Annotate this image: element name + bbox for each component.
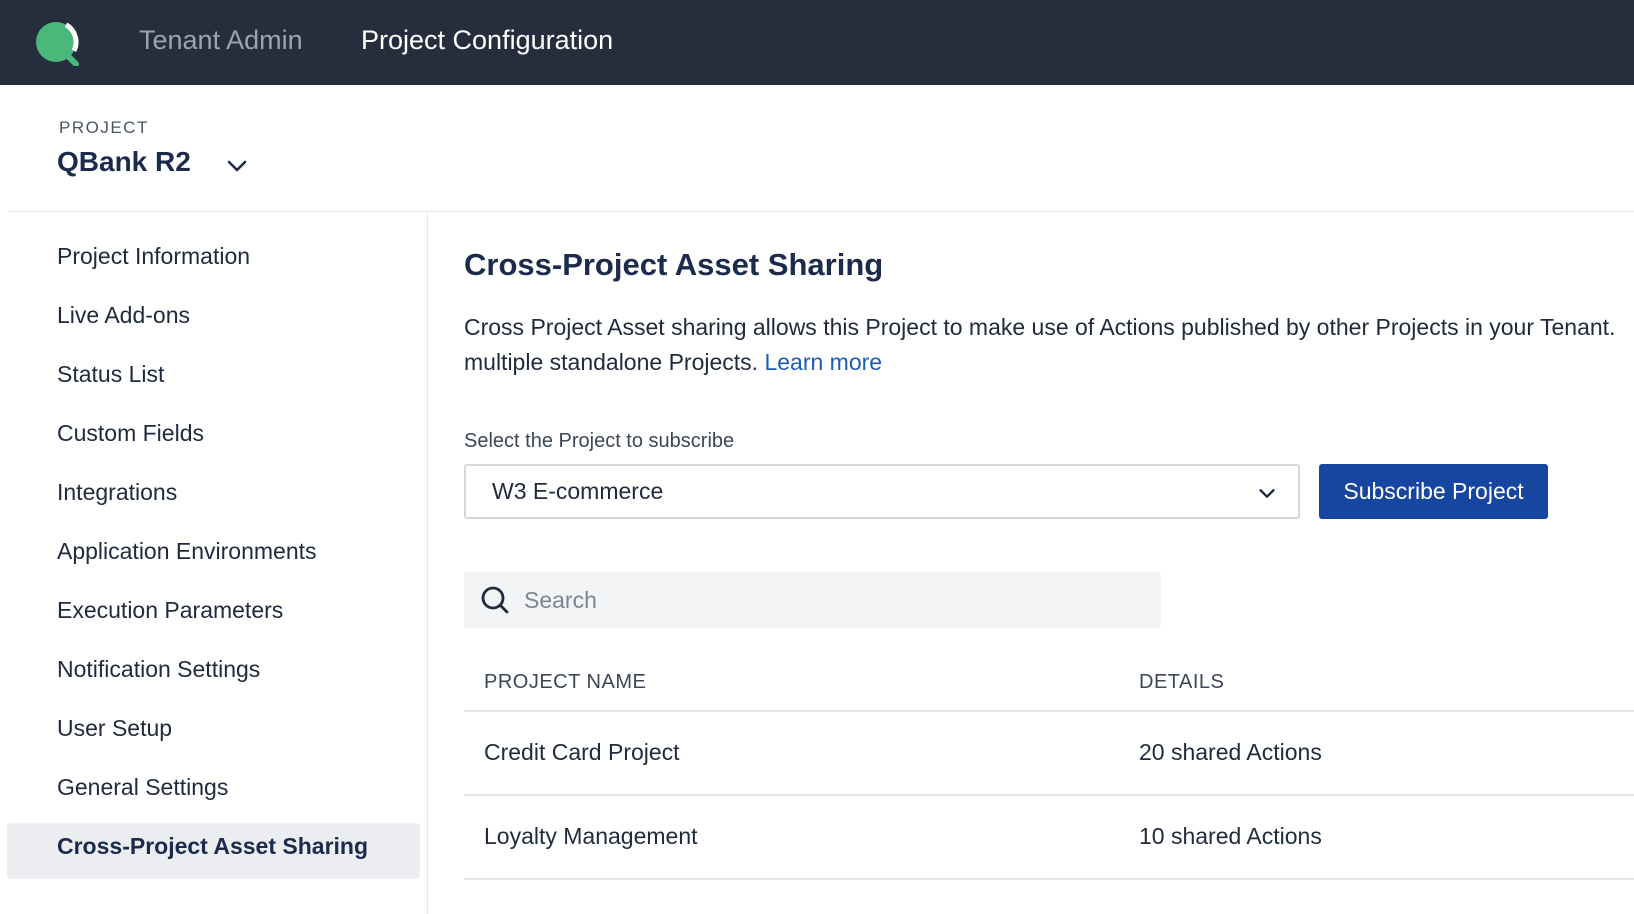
- column-header-details[interactable]: DETAILS: [1139, 671, 1224, 694]
- sidebar-item-user-setup[interactable]: User Setup: [57, 715, 172, 742]
- row-details: 10 shared Actions: [1139, 823, 1322, 849]
- search-input[interactable]: [524, 580, 1144, 620]
- sidebar-item-application-environments[interactable]: Application Environments: [57, 538, 317, 565]
- project-select[interactable]: W3 E-commerce: [464, 464, 1300, 519]
- sidebar-item-general-settings[interactable]: General Settings: [57, 774, 228, 801]
- table-row-divider: [464, 878, 1634, 880]
- project-label: PROJECT: [59, 118, 149, 137]
- table-row-divider: [464, 794, 1634, 796]
- q-logo-icon[interactable]: [34, 20, 80, 66]
- search-icon: [481, 586, 509, 614]
- select-project-label: Select the Project to subscribe: [464, 430, 735, 452]
- nav-project-configuration[interactable]: Project Configuration: [361, 22, 613, 58]
- table-header-divider: [464, 710, 1634, 712]
- description-line-2: multiple standalone Projects.: [464, 349, 759, 375]
- project-select-value: W3 E-commerce: [492, 478, 664, 504]
- sidebar-item-cross-project-asset-sharing[interactable]: Cross-Project Asset Sharing: [57, 833, 368, 860]
- learn-more-link[interactable]: Learn more: [764, 349, 882, 375]
- project-name[interactable]: QBank R2: [57, 146, 191, 178]
- header-divider: [8, 211, 1634, 212]
- sidebar-item-execution-parameters[interactable]: Execution Parameters: [57, 597, 283, 624]
- row-details: 20 shared Actions: [1139, 739, 1322, 765]
- page-description: Cross Project Asset sharing allows this …: [464, 310, 1634, 380]
- sidebar-item-custom-fields[interactable]: Custom Fields: [57, 420, 204, 447]
- sidebar-item-status-list[interactable]: Status List: [57, 361, 164, 388]
- nav-tenant-admin[interactable]: Tenant Admin: [139, 22, 303, 58]
- top-navigation-bar: Tenant Admin Project Configuration: [0, 0, 1634, 85]
- row-project-name: Loyalty Management: [484, 823, 698, 849]
- search-bar: [464, 572, 1161, 628]
- sidebar-item-integrations[interactable]: Integrations: [57, 479, 177, 506]
- column-header-project-name[interactable]: PROJECT NAME: [484, 671, 646, 694]
- sidebar-divider: [427, 211, 428, 914]
- sidebar-item-notification-settings[interactable]: Notification Settings: [57, 656, 260, 683]
- page-title: Cross-Project Asset Sharing: [464, 247, 884, 282]
- row-project-name: Credit Card Project: [484, 739, 680, 765]
- chevron-down-icon[interactable]: [225, 154, 249, 178]
- subscribe-project-button[interactable]: Subscribe Project: [1319, 464, 1548, 519]
- description-line-1: Cross Project Asset sharing allows this …: [464, 314, 1616, 340]
- sidebar-item-live-add-ons[interactable]: Live Add-ons: [57, 302, 190, 329]
- chevron-down-icon: [1259, 489, 1275, 498]
- sidebar-item-project-information[interactable]: Project Information: [57, 243, 250, 270]
